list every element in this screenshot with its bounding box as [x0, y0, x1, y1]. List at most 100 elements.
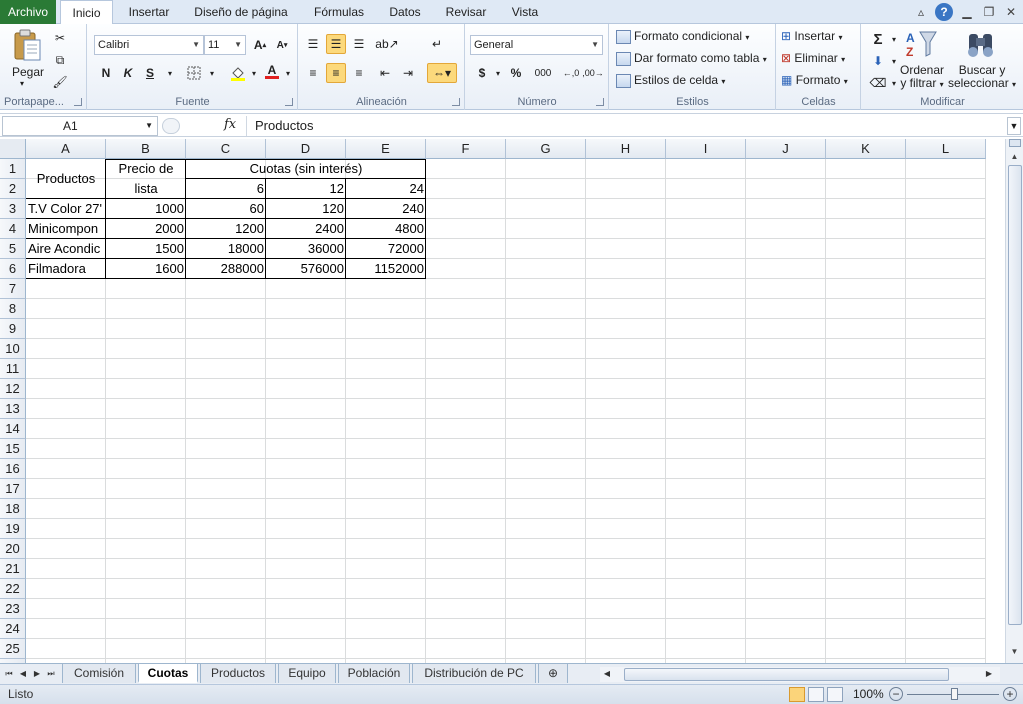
align-right-icon[interactable]: ≡: [349, 63, 369, 83]
row-header-4[interactable]: 4: [0, 219, 26, 239]
cell-A5[interactable]: Aire Acondic: [26, 239, 106, 259]
vertical-scrollbar[interactable]: ▲ ▼: [1005, 139, 1023, 663]
cell-D5[interactable]: 36000: [266, 239, 346, 259]
scroll-left-icon[interactable]: ◀: [602, 667, 612, 681]
name-box[interactable]: A1 ▼: [2, 116, 158, 136]
column-header-G[interactable]: G: [506, 139, 586, 159]
insert-function-icon[interactable]: fx: [224, 117, 236, 132]
tab-insertar[interactable]: Insertar: [118, 0, 180, 24]
row-header-16[interactable]: 16: [0, 459, 26, 479]
column-header-D[interactable]: D: [266, 139, 346, 159]
row-header-5[interactable]: 5: [0, 239, 26, 259]
borders-icon[interactable]: [184, 63, 204, 83]
cell-E4[interactable]: 4800: [346, 219, 426, 239]
cell-A6[interactable]: Filmadora: [26, 259, 106, 279]
sheet-tab-equipo[interactable]: Equipo: [278, 664, 336, 683]
column-header-I[interactable]: I: [666, 139, 746, 159]
column-header-A[interactable]: A: [26, 139, 106, 159]
cell-C5[interactable]: 18000: [186, 239, 266, 259]
clipboard-launcher-icon[interactable]: [74, 98, 82, 106]
insert-cells-button[interactable]: ⊞ Insertar ▾: [781, 29, 842, 43]
normal-view-icon[interactable]: [789, 687, 805, 702]
formula-input[interactable]: Productos: [246, 116, 1006, 136]
font-name-select[interactable]: Calibri ▼: [94, 35, 204, 55]
row-header-24[interactable]: 24: [0, 619, 26, 639]
bold-button[interactable]: N: [96, 63, 116, 83]
increase-decimal-icon[interactable]: ←,0: [560, 63, 582, 83]
paste-dropdown-icon[interactable]: ▾: [20, 79, 24, 88]
increase-indent-icon[interactable]: ⇥: [398, 63, 418, 83]
format-as-table-button[interactable]: Dar formato como tabla ▾: [616, 51, 767, 66]
prev-sheet-icon[interactable]: ◀: [18, 667, 28, 681]
row-header-25[interactable]: 25: [0, 639, 26, 659]
tab-archivo[interactable]: Archivo: [0, 0, 56, 24]
split-box-icon[interactable]: [1009, 139, 1021, 147]
cell-C6[interactable]: 288000: [186, 259, 266, 279]
worksheet-grid[interactable]: ABCDEFGHIJKL 1 2 3 4 5 6 7 8 9 10 11 12 13 14 15 16 17 18…: [0, 139, 1005, 663]
thousands-button[interactable]: 000: [530, 63, 556, 83]
tab-vista[interactable]: Vista: [503, 0, 547, 24]
zoom-level[interactable]: 100%: [853, 687, 884, 701]
first-sheet-icon[interactable]: ⏮: [4, 667, 14, 681]
cell-D2[interactable]: 12: [266, 179, 346, 199]
decrease-decimal-icon[interactable]: ,00→: [582, 63, 604, 83]
percent-button[interactable]: %: [506, 63, 526, 83]
name-box-dropdown-icon[interactable]: ▼: [145, 117, 153, 135]
cell-E2[interactable]: 24: [346, 179, 426, 199]
align-middle-icon[interactable]: ☰: [326, 34, 346, 54]
orientation-icon[interactable]: ab↗: [375, 34, 398, 54]
page-break-view-icon[interactable]: [827, 687, 843, 702]
scroll-up-icon[interactable]: ▲: [1007, 149, 1022, 164]
cell-C4[interactable]: 1200: [186, 219, 266, 239]
underline-button[interactable]: S: [140, 63, 160, 83]
paste-button[interactable]: Pegar: [12, 65, 44, 79]
cell-A4[interactable]: Minicompon: [26, 219, 106, 239]
cell-D6[interactable]: 576000: [266, 259, 346, 279]
cut-icon[interactable]: ✂: [50, 28, 70, 48]
minimize-icon[interactable]: ▁: [959, 4, 975, 20]
conditional-format-button[interactable]: Formato condicional ▾: [616, 29, 749, 44]
paste-icon[interactable]: [12, 28, 42, 62]
horizontal-scroll-thumb[interactable]: [624, 668, 949, 681]
underline-dropdown-icon[interactable]: ▾: [160, 63, 180, 83]
tab-formulas[interactable]: Fórmulas: [305, 0, 373, 24]
row-header-20[interactable]: 20: [0, 539, 26, 559]
row-header-22[interactable]: 22: [0, 579, 26, 599]
vertical-scroll-thumb[interactable]: [1008, 165, 1022, 625]
row-header-19[interactable]: 19: [0, 519, 26, 539]
delete-cells-button[interactable]: ⊠ Eliminar ▾: [781, 51, 845, 65]
column-header-E[interactable]: E: [346, 139, 426, 159]
merge-center-icon[interactable]: ⇔▾: [427, 63, 457, 83]
row-header-7[interactable]: 7: [0, 279, 26, 299]
cell-A3[interactable]: T.V Color 27': [26, 199, 106, 219]
format-painter-icon[interactable]: 🖌: [50, 72, 70, 92]
number-format-select[interactable]: General ▼: [470, 35, 603, 55]
zoom-slider-thumb[interactable]: [951, 688, 958, 700]
cell-E3[interactable]: 240: [346, 199, 426, 219]
row-header-6[interactable]: 6: [0, 259, 26, 279]
row-header-11[interactable]: 11: [0, 359, 26, 379]
cell-B6[interactable]: 1600: [106, 259, 186, 279]
row-header-3[interactable]: 3: [0, 199, 26, 219]
cell-C3[interactable]: 60: [186, 199, 266, 219]
shrink-font-icon[interactable]: A ▾: [272, 35, 292, 55]
close-icon[interactable]: ✕: [1003, 4, 1019, 20]
column-header-K[interactable]: K: [826, 139, 906, 159]
cell-B5[interactable]: 1500: [106, 239, 186, 259]
sort-filter-icon[interactable]: AZ: [904, 28, 938, 60]
page-layout-view-icon[interactable]: [808, 687, 824, 702]
cell-D3[interactable]: 120: [266, 199, 346, 219]
formula-bar-resize-icon[interactable]: [162, 118, 180, 134]
sheet-tab-comision[interactable]: Comisión: [62, 664, 136, 683]
cell-C1[interactable]: Cuotas (sin interés): [186, 159, 426, 179]
cell-B4[interactable]: 2000: [106, 219, 186, 239]
align-bottom-icon[interactable]: ☰: [349, 34, 369, 54]
select-all-corner[interactable]: [0, 139, 26, 159]
number-launcher-icon[interactable]: [596, 98, 604, 106]
formula-bar-expand-icon[interactable]: ▼: [1007, 117, 1021, 135]
cell-B3[interactable]: 1000: [106, 199, 186, 219]
column-header-H[interactable]: H: [586, 139, 666, 159]
row-header-9[interactable]: 9: [0, 319, 26, 339]
copy-icon[interactable]: ⧉: [50, 50, 70, 70]
restore-icon[interactable]: ❐: [981, 4, 997, 20]
